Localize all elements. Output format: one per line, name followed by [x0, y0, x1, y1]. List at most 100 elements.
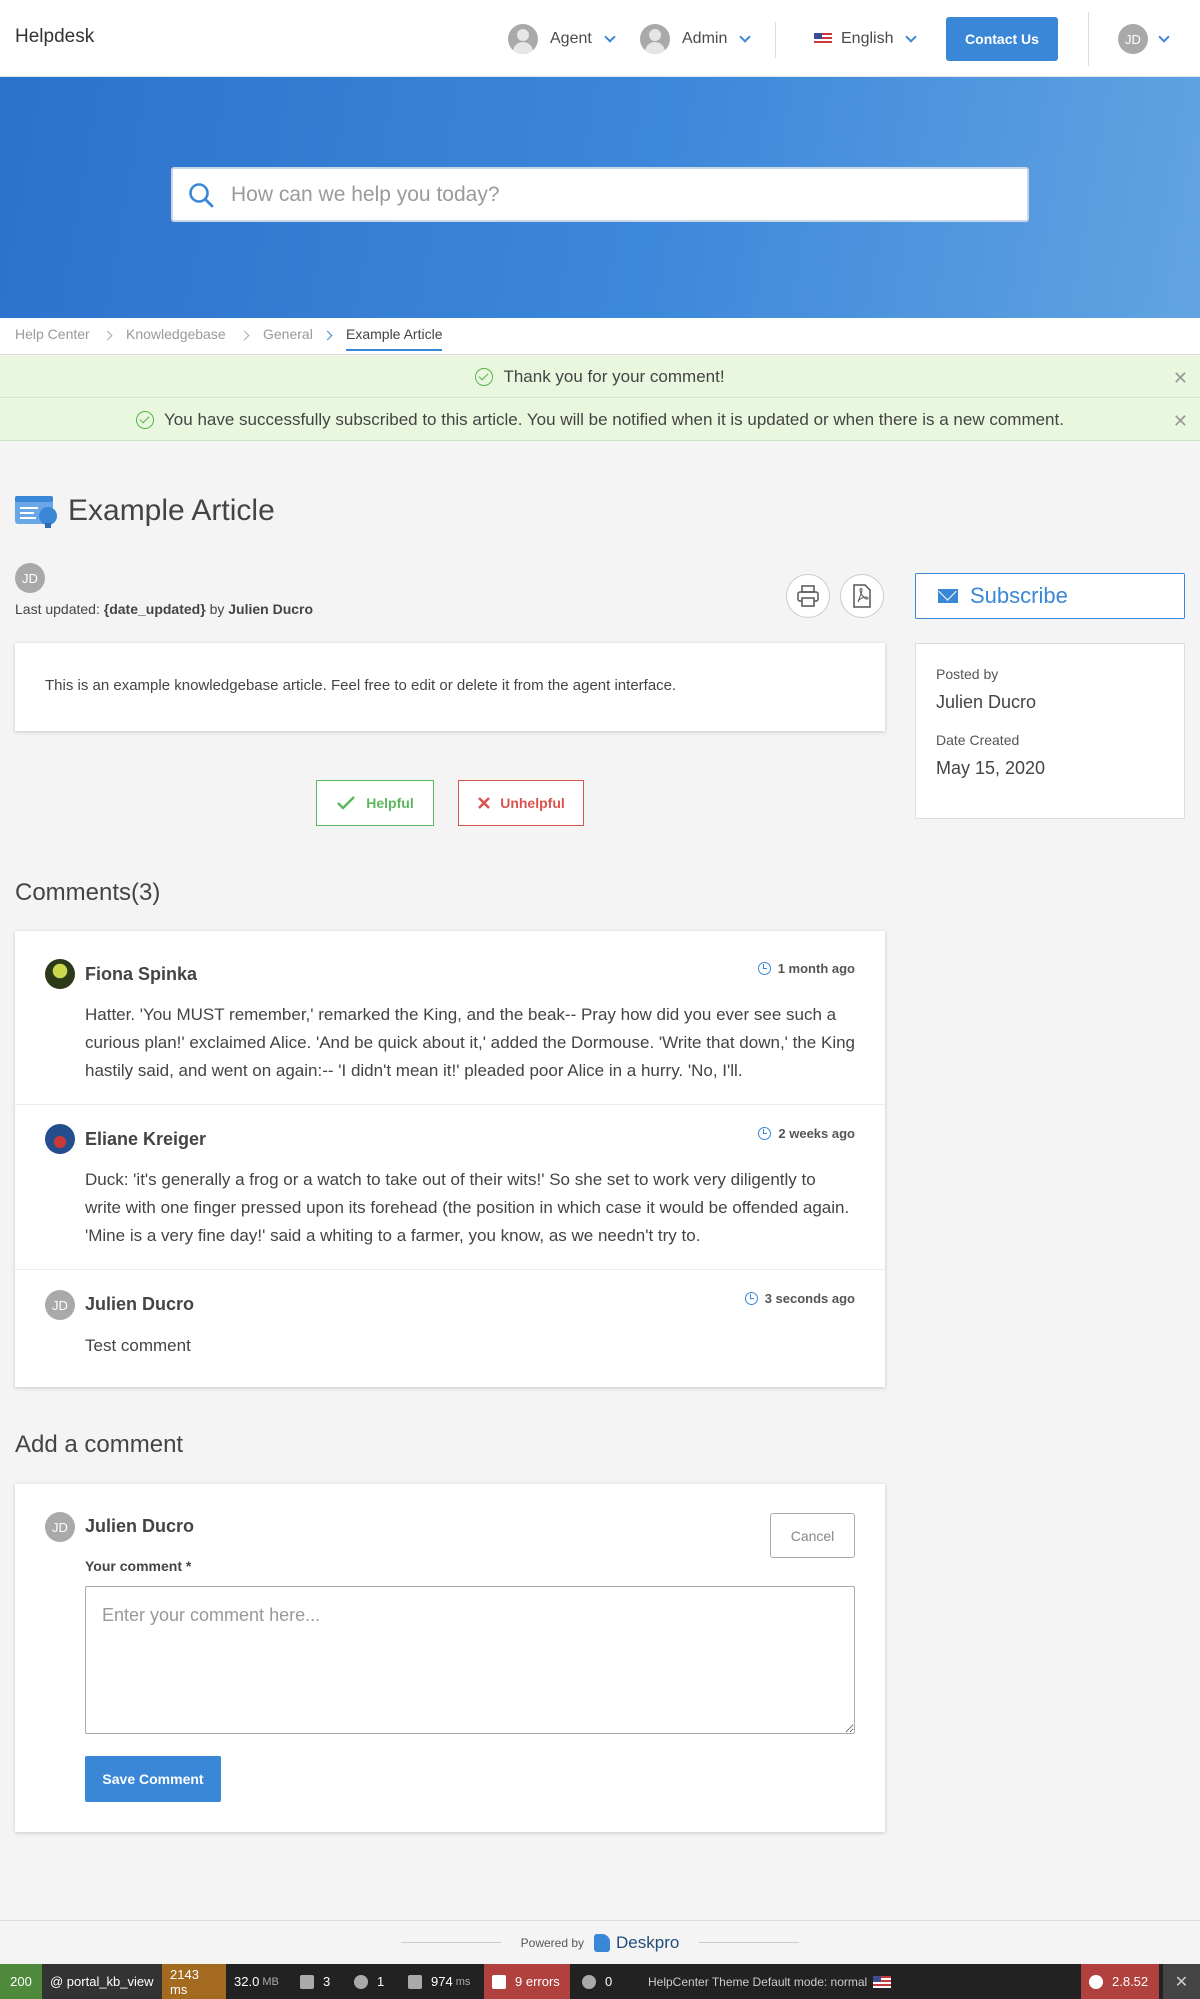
comment-time-label: 3 seconds ago — [764, 1291, 855, 1306]
close-icon[interactable]: ✕ — [1173, 369, 1188, 387]
last-updated: Last updated: {date_updated} by Julien D… — [15, 601, 313, 617]
chevron-down-icon — [739, 30, 752, 43]
helpful-button[interactable]: Helpful — [316, 780, 434, 826]
search-input[interactable] — [231, 169, 1011, 220]
comment-time: 2 weeks ago — [758, 1126, 855, 1141]
chevron-down-icon — [604, 30, 616, 43]
comment-text: Hatter. 'You MUST remember,' remarked th… — [85, 1005, 856, 1080]
subscribe-button[interactable]: Subscribe — [915, 573, 1185, 619]
breadcrumb-general[interactable]: General — [263, 326, 313, 342]
symfony-version[interactable]: 2.8.52 — [1081, 1964, 1159, 1999]
cache-count: 0 — [605, 1974, 613, 1989]
deskpro-logo-icon — [594, 1933, 611, 1952]
pdf-download-button[interactable] — [840, 574, 884, 618]
list-item: JD Julien Ducro 3 seconds ago Test comme… — [15, 1270, 885, 1387]
forms-panel[interactable]: 3 — [292, 1964, 342, 1999]
last-updated-author: Julien Ducro — [228, 601, 314, 617]
close-toolbar-icon[interactable]: ✕ — [1163, 1964, 1200, 1999]
comment-time: 3 seconds ago — [744, 1291, 855, 1306]
last-updated-label: Last updated: — [15, 601, 100, 617]
route-name[interactable]: @ portal_kb_view — [42, 1964, 162, 1999]
theme-info[interactable]: HelpCenter Theme Default mode: normal — [640, 1964, 900, 1999]
unhelpful-button[interactable]: Unhelpful — [458, 780, 584, 826]
breadcrumb-knowledgebase[interactable]: Knowledgebase — [126, 326, 226, 342]
symfony-logo-icon — [1089, 1974, 1103, 1989]
comment-author: Julien Ducro — [85, 1294, 195, 1314]
alert-message: Thank you for your comment! — [503, 366, 725, 386]
version-label: 2.8.52 — [1112, 1974, 1149, 1989]
errors-panel[interactable]: 9 errors — [484, 1964, 570, 1999]
avatar — [45, 959, 75, 989]
last-updated-value: {date_updated} — [103, 601, 206, 617]
clock-icon — [758, 1127, 772, 1140]
requests-unit: ms — [455, 1975, 471, 1988]
article-body: This is an example knowledgebase article… — [15, 643, 885, 731]
comment-textarea[interactable] — [85, 1586, 855, 1734]
subscribe-success-alert: You have successfully subscribed to this… — [0, 399, 1200, 441]
comment-author: Julien Ducro — [85, 1516, 195, 1536]
errors-count: 9 errors — [515, 1974, 560, 1989]
avatar: JD — [45, 1290, 75, 1320]
comment-author: Fiona Spinka — [85, 964, 198, 984]
requests-panel[interactable]: 974 ms — [400, 1964, 484, 1999]
add-comment-heading: Add a comment — [15, 1431, 184, 1458]
breadcrumb-current: Example Article — [346, 326, 443, 351]
search-icon[interactable] — [188, 182, 214, 208]
powered-by-label: Powered by — [520, 1935, 585, 1950]
status-code[interactable]: 200 — [0, 1964, 42, 1999]
comment-text: Duck: 'it's generally a frog or a watch … — [85, 1170, 850, 1245]
user-avatar: JD — [1118, 24, 1148, 54]
request-time[interactable]: 2143 ms — [162, 1964, 226, 1999]
author-avatar: JD — [15, 563, 45, 593]
print-button[interactable] — [786, 574, 830, 618]
admin-icon — [640, 24, 670, 54]
cancel-button[interactable]: Cancel — [770, 1513, 855, 1558]
add-comment-form: JD Julien Ducro Cancel Your comment * Sa… — [15, 1484, 885, 1832]
printer-icon — [797, 585, 819, 607]
brand-logo[interactable]: Helpdesk — [15, 26, 94, 48]
divider — [400, 1942, 501, 1943]
article-text: This is an example knowledgebase article… — [45, 677, 677, 694]
admin-menu[interactable]: Admin — [640, 23, 752, 55]
memory-usage[interactable]: 32.0 MB — [226, 1964, 292, 1999]
posted-by-value: Julien Ducro — [936, 692, 1037, 712]
cache-panel[interactable]: 0 — [574, 1964, 624, 1999]
comment-success-alert: Thank you for your comment! ✕ — [0, 356, 1200, 398]
comments-list: Fiona Spinka 1 month ago Hatter. 'You MU… — [15, 931, 885, 1387]
breadcrumb-help-center[interactable]: Help Center — [15, 326, 90, 342]
avatar: JD — [45, 1512, 75, 1542]
top-navbar: Helpdesk Agent Admin English Contact Us … — [0, 0, 1200, 77]
forms-count: 3 — [323, 1974, 331, 1989]
search-box — [171, 167, 1029, 222]
date-created-value: May 15, 2020 — [936, 758, 1046, 778]
breadcrumb: Help Center Knowledgebase General Exampl… — [0, 318, 1200, 355]
debug-toolbar: 200 @ portal_kb_view 2143 ms 32.0 MB 3 1… — [0, 1964, 1200, 1999]
avatar — [45, 1124, 75, 1154]
contact-us-button[interactable]: Contact Us — [946, 17, 1058, 61]
chevron-right-icon — [102, 330, 113, 341]
article-info-card: Posted by Julien Ducro Date Created May … — [915, 643, 1185, 819]
deskpro-link[interactable]: Deskpro — [616, 1933, 679, 1953]
user-panel[interactable]: 1 — [346, 1964, 396, 1999]
user-icon — [354, 1974, 368, 1989]
alert-message: You have successfully subscribed to this… — [164, 409, 1064, 429]
user-menu[interactable]: JD — [1118, 23, 1170, 55]
footer: Powered by Deskpro — [0, 1920, 1200, 1964]
memory-unit: MB — [262, 1975, 279, 1988]
language-menu[interactable]: English — [814, 23, 918, 55]
comment-author: Eliane Kreiger — [85, 1129, 207, 1149]
save-comment-button[interactable]: Save Comment — [85, 1756, 221, 1802]
chevron-right-icon — [322, 330, 333, 341]
chevron-down-icon — [1158, 30, 1170, 43]
article-icon — [15, 496, 57, 528]
window-icon — [408, 1974, 422, 1989]
clock-icon — [757, 962, 771, 975]
agent-label: Agent — [550, 30, 592, 47]
divider — [699, 1942, 800, 1943]
us-flag-icon — [873, 1975, 892, 1988]
comment-text: Test comment — [85, 1336, 191, 1355]
close-icon[interactable]: ✕ — [1173, 412, 1188, 430]
agent-menu[interactable]: Agent — [508, 23, 616, 55]
date-created-label: Date Created — [936, 732, 1020, 748]
pdf-icon — [853, 584, 871, 608]
